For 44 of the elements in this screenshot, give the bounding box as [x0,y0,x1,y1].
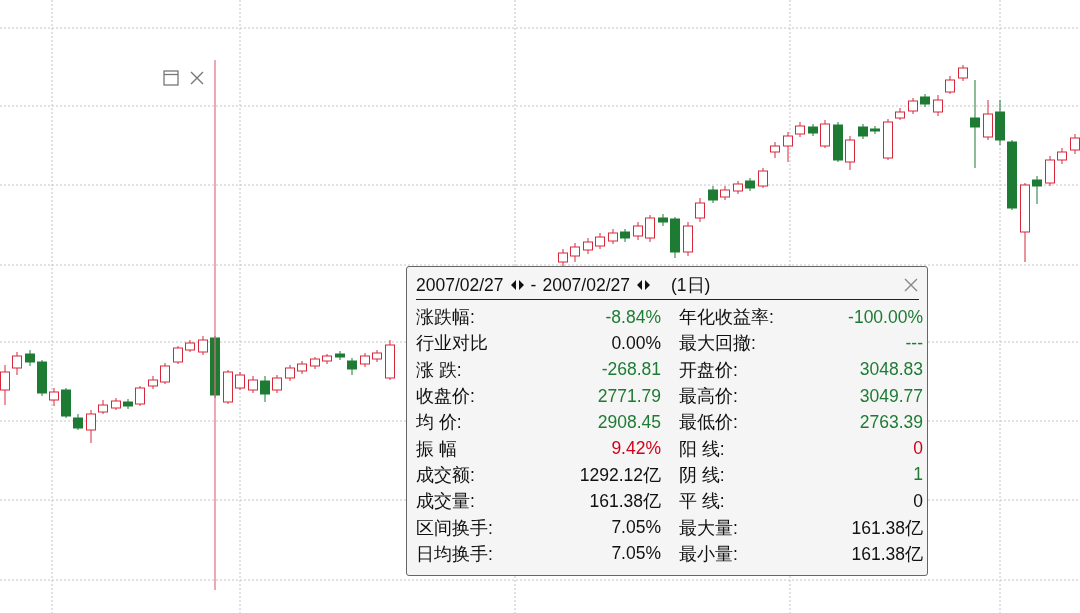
stat-label: 涨跌幅: [416,306,475,330]
stat-value: 1292.12亿 [579,463,661,487]
stat-value: -8.84% [605,306,661,328]
stat-label: 最高价: [679,385,738,409]
date-separator: - [530,274,537,296]
stat-label: 成交额: [416,463,475,487]
stat-value: 161.38亿 [589,490,661,514]
stat-value: 9.42% [611,438,661,460]
stat-label: 振 幅 [416,437,457,461]
stat-label: 最低价: [679,411,738,435]
stat-value: 3049.77 [859,385,923,407]
start-date: 2007/02/27 [416,274,504,296]
stat-value: 161.38亿 [851,516,923,540]
stat-label: 区间换手: [416,516,493,540]
stat-label: 日均换手: [416,542,493,566]
stat-value: 2908.45 [597,411,661,433]
stat-value: 0 [913,438,923,460]
stat-label: 阴 线: [679,463,725,487]
end-date: 2007/02/27 [542,274,630,296]
stat-value: 161.38亿 [851,542,923,566]
stat-value: 3048.83 [859,359,923,381]
stat-label: 涨 跌: [416,358,462,382]
stat-value: -268.81 [601,359,661,381]
stat-label: 阳 线: [679,437,725,461]
stat-value: 0 [913,490,923,512]
stat-label: 最大回撤: [679,332,756,356]
stat-label: 最大量: [679,516,738,540]
stat-label: 成交量: [416,490,475,514]
period-length: (1日) [671,274,711,297]
stat-value: 2763.39 [859,411,923,433]
stat-label: 均 价: [416,411,462,435]
stat-value: --- [905,332,923,354]
stat-label: 年化收益率: [679,306,774,330]
stat-value: 7.05% [611,543,661,565]
stat-label: 收盘价: [416,385,475,409]
stat-label: 行业对比 [416,332,488,356]
stat-value: 0.00% [611,332,661,354]
stat-label: 开盘价: [679,358,738,382]
stat-label: 平 线: [679,490,725,514]
stat-value: 1 [913,464,923,486]
stat-value: 7.05% [611,517,661,538]
stat-value: -100.00% [848,306,923,328]
stat-label: 最小量: [679,542,738,566]
stat-value: 2771.79 [597,385,661,407]
